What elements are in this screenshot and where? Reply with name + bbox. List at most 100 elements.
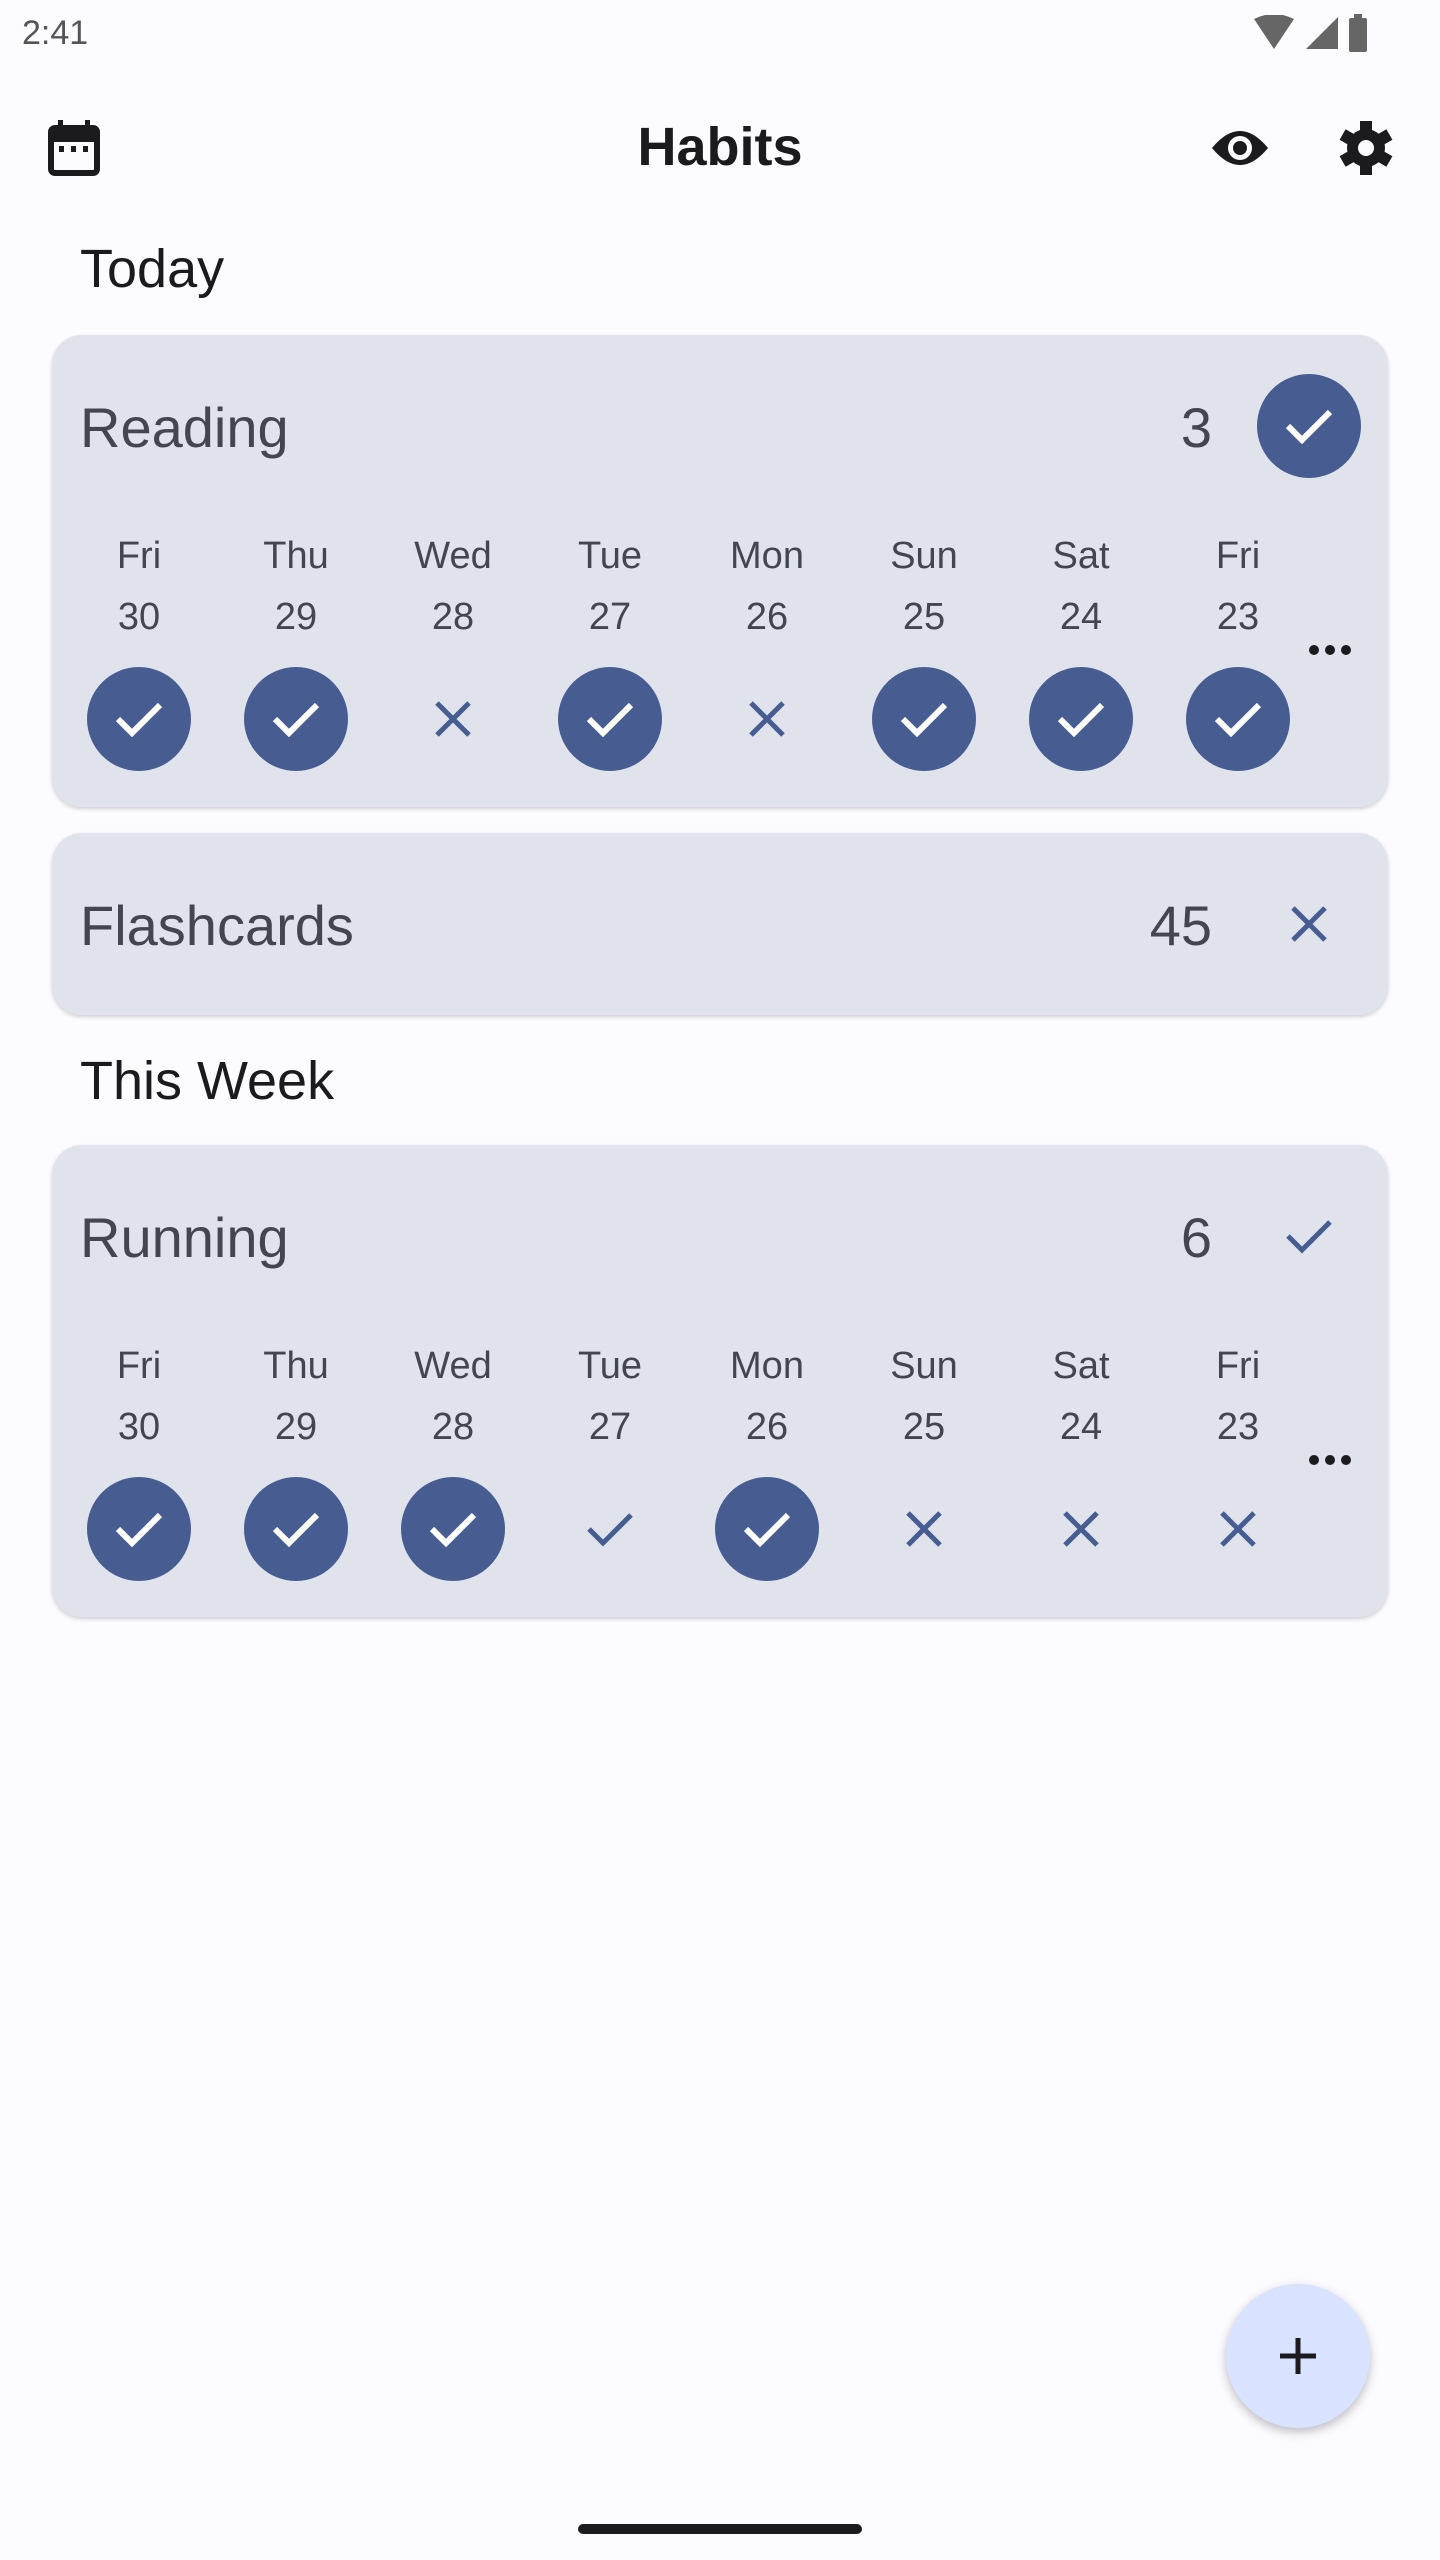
day-toggle-missed[interactable] xyxy=(715,667,819,771)
battery-icon xyxy=(1349,14,1367,52)
check-icon xyxy=(743,1512,791,1548)
day-date: 28 xyxy=(431,596,475,638)
plus-icon xyxy=(1280,2338,1316,2374)
habit-card-running[interactable]: Running 6 Fri 30 Thu 29 Wed 28 Tue 27 Mon 26 Sun 25… xyxy=(52,1145,1388,1617)
day-toggle-done[interactable] xyxy=(558,667,662,771)
more-options-button[interactable] xyxy=(1300,630,1360,670)
day-toggle-missed[interactable] xyxy=(1186,1477,1290,1581)
check-icon xyxy=(272,1512,320,1548)
day-toggle-missed[interactable] xyxy=(401,667,505,771)
habit-card-reading[interactable]: Reading 3 Fri 30 Thu 29 Wed 28 Tue 27 Mon 26 Sun 25… xyxy=(52,335,1388,807)
check-icon xyxy=(900,702,948,738)
close-icon xyxy=(1220,1511,1256,1547)
day-toggle-done[interactable] xyxy=(87,1477,191,1581)
day-column: Wed 28 xyxy=(383,1345,523,1449)
day-column: Thu 29 xyxy=(226,1345,366,1449)
day-date: 26 xyxy=(745,1406,789,1448)
day-column: Sat 24 xyxy=(1011,1345,1151,1449)
day-name: Fri xyxy=(1215,1345,1261,1387)
day-name: Thu xyxy=(263,1345,329,1387)
today-toggle[interactable] xyxy=(1257,872,1361,976)
day-toggle-done[interactable] xyxy=(1029,667,1133,771)
section-title-today: Today xyxy=(80,239,225,299)
gear-icon xyxy=(1339,121,1393,175)
day-date: 29 xyxy=(274,596,318,638)
day-name: Sun xyxy=(890,1345,958,1387)
today-toggle[interactable] xyxy=(1257,374,1361,478)
day-date: 30 xyxy=(117,596,161,638)
day-toggle-partial[interactable] xyxy=(558,1477,662,1581)
wifi-icon xyxy=(1254,15,1294,49)
check-icon xyxy=(1057,702,1105,738)
section-title-this-week: This Week xyxy=(80,1051,335,1111)
day-toggle-done[interactable] xyxy=(244,1477,348,1581)
day-date: 26 xyxy=(745,596,789,638)
check-icon xyxy=(587,1513,633,1547)
day-column: Sun 25 xyxy=(854,535,994,639)
day-column: Thu 29 xyxy=(226,535,366,639)
check-icon xyxy=(272,702,320,738)
day-toggle-done[interactable] xyxy=(715,1477,819,1581)
day-column: Mon 26 xyxy=(697,1345,837,1449)
day-name: Fri xyxy=(116,1345,162,1387)
check-icon xyxy=(1285,409,1333,445)
signal-icon xyxy=(1306,17,1338,49)
day-column: Tue 27 xyxy=(540,535,680,639)
day-date: 23 xyxy=(1216,1406,1260,1448)
gesture-nav-bar[interactable] xyxy=(578,2524,862,2534)
day-column: Tue 27 xyxy=(540,1345,680,1449)
close-icon xyxy=(906,1511,942,1547)
day-name: Wed xyxy=(414,535,492,577)
habit-name: Reading xyxy=(80,396,289,459)
habit-name: Running xyxy=(80,1206,289,1269)
day-name: Fri xyxy=(116,535,162,577)
day-column: Fri 30 xyxy=(69,535,209,639)
day-toggle-done[interactable] xyxy=(244,667,348,771)
eye-icon xyxy=(1212,131,1268,165)
day-toggle-missed[interactable] xyxy=(1029,1477,1133,1581)
more-options-button[interactable] xyxy=(1300,1440,1360,1480)
check-icon xyxy=(586,702,634,738)
day-column: Fri 30 xyxy=(69,1345,209,1449)
close-icon xyxy=(435,701,471,737)
settings-button[interactable] xyxy=(1326,108,1406,188)
day-name: Mon xyxy=(730,535,804,577)
day-name: Mon xyxy=(730,1345,804,1387)
day-date: 25 xyxy=(902,1406,946,1448)
day-column: Wed 28 xyxy=(383,535,523,639)
check-icon xyxy=(1286,1220,1332,1254)
day-column: Mon 26 xyxy=(697,535,837,639)
day-date: 24 xyxy=(1059,1406,1103,1448)
habit-count: 45 xyxy=(1149,894,1212,957)
day-toggle-done[interactable] xyxy=(401,1477,505,1581)
day-toggle-done[interactable] xyxy=(87,667,191,771)
day-column: Sat 24 xyxy=(1011,535,1151,639)
status-icons xyxy=(1252,14,1368,52)
day-date: 25 xyxy=(902,596,946,638)
day-name: Thu xyxy=(263,535,329,577)
habit-name: Flashcards xyxy=(80,894,354,957)
day-toggle-done[interactable] xyxy=(1186,667,1290,771)
day-date: 23 xyxy=(1216,596,1260,638)
close-icon xyxy=(749,701,785,737)
habit-count: 3 xyxy=(1180,396,1212,459)
today-toggle[interactable] xyxy=(1257,1184,1361,1288)
check-icon xyxy=(115,1512,163,1548)
day-date: 27 xyxy=(588,1406,632,1448)
day-toggle-done[interactable] xyxy=(872,667,976,771)
day-column: Fri 23 xyxy=(1168,535,1308,639)
status-time: 2:41 xyxy=(22,14,89,52)
visibility-button[interactable] xyxy=(1200,108,1280,188)
day-name: Sat xyxy=(1052,1345,1110,1387)
day-toggle-missed[interactable] xyxy=(872,1477,976,1581)
day-date: 30 xyxy=(117,1406,161,1448)
habit-card-flashcards[interactable]: Flashcards 45 xyxy=(52,833,1388,1015)
close-icon xyxy=(1063,1511,1099,1547)
check-icon xyxy=(429,1512,477,1548)
habit-count: 6 xyxy=(1180,1206,1212,1269)
day-date: 24 xyxy=(1059,596,1103,638)
day-date: 28 xyxy=(431,1406,475,1448)
day-name: Wed xyxy=(414,1345,492,1387)
check-icon xyxy=(115,702,163,738)
add-habit-button[interactable] xyxy=(1226,2284,1370,2428)
